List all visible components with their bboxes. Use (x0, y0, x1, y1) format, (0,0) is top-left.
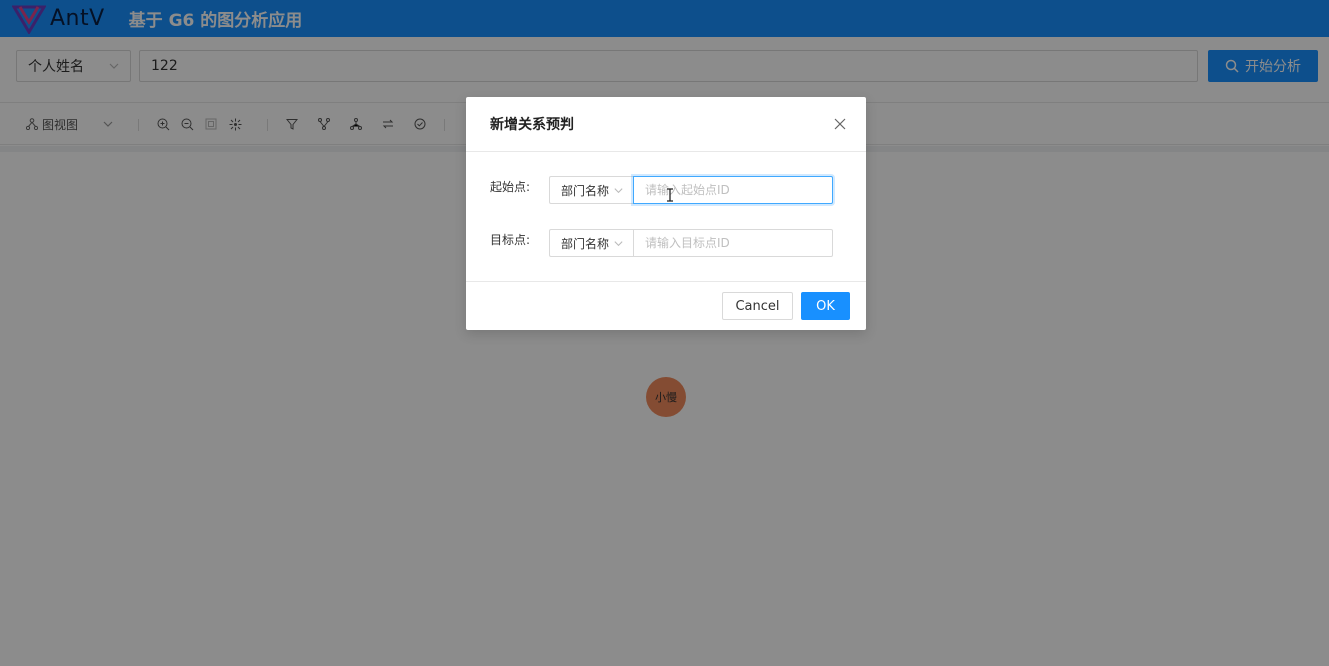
modal-footer: Cancel OK (466, 281, 866, 329)
target-type-select[interactable]: 部门名称 (549, 229, 634, 257)
target-id-input[interactable] (633, 229, 833, 257)
close-icon[interactable] (834, 118, 846, 130)
chevron-down-icon (614, 241, 623, 247)
app-root: AntV 基于 G6 的图分析应用 个人姓名 开始分析 (0, 0, 1329, 666)
start-point-label: 起始点: (490, 180, 531, 194)
ok-button[interactable]: OK (801, 292, 850, 320)
cancel-button[interactable]: Cancel (722, 292, 793, 320)
target-point-label: 目标点: (490, 233, 531, 247)
chevron-down-icon (614, 188, 623, 194)
start-type-value: 部门名称 (561, 183, 610, 198)
modal-header: 新增关系预判 (466, 97, 866, 152)
modal-body: 起始点: 部门名称 目标点: 部门名称 (466, 152, 866, 281)
add-relation-modal: 新增关系预判 起始点: 部门名称 目标点: 部门名称 (466, 97, 866, 330)
modal-title: 新增关系预判 (490, 117, 574, 133)
text-cursor-icon (667, 188, 673, 202)
start-id-input[interactable] (633, 176, 833, 204)
start-type-select[interactable]: 部门名称 (549, 176, 634, 204)
target-type-value: 部门名称 (561, 236, 610, 251)
